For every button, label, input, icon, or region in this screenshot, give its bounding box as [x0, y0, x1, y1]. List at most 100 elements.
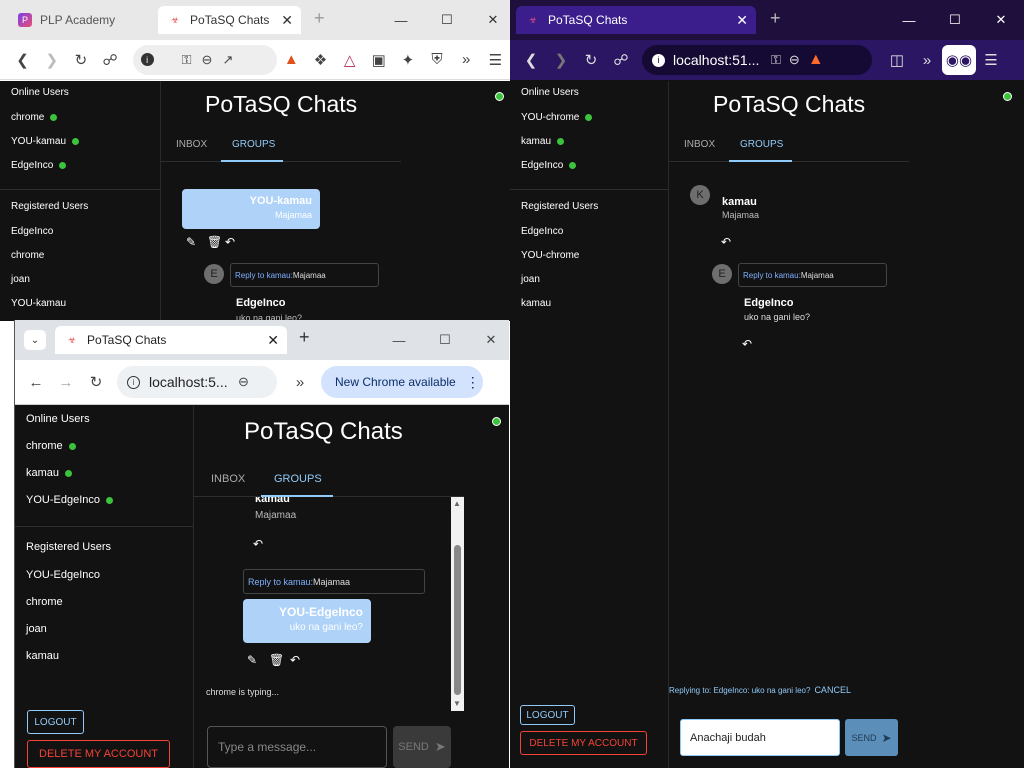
minimize-icon[interactable]: —	[376, 320, 422, 360]
new-tab-icon[interactable]: +	[770, 8, 781, 29]
reply-icon[interactable]: ↶	[742, 337, 752, 351]
forward-icon[interactable]: ❯	[546, 45, 576, 75]
delete-account-button[interactable]: DELETE MY ACCOUNT	[520, 731, 647, 755]
maximize-icon[interactable]: ☐	[932, 0, 978, 40]
address-bar[interactable]: i ⚿ ⊖ ↗	[132, 44, 277, 75]
new-tab-icon[interactable]: +	[314, 8, 325, 29]
wallet-icon[interactable]: ▣	[364, 45, 393, 75]
back-icon[interactable]: ←	[21, 367, 51, 397]
registered-user-item[interactable]: EdgeInco	[510, 226, 563, 237]
logout-button[interactable]: LOGOUT	[27, 710, 84, 734]
tab-inbox[interactable]: INBOX	[176, 139, 207, 150]
address-bar[interactable]: i localhost:5... ⊖	[117, 366, 277, 398]
scroll-up-icon[interactable]: ▲	[453, 499, 461, 508]
registered-user-item[interactable]: YOU-kamau	[0, 298, 66, 309]
online-user-item[interactable]: EdgeInco	[510, 160, 577, 171]
reload-icon[interactable]: ↻	[66, 45, 95, 75]
tab-inbox[interactable]: INBOX	[684, 139, 715, 150]
sidebar-toggle-icon[interactable]: ◫	[882, 45, 912, 75]
more-icon[interactable]: »	[285, 367, 315, 397]
online-user-item[interactable]: chrome	[0, 112, 58, 123]
registered-user-item[interactable]: kamau	[15, 650, 59, 662]
delete-icon[interactable]: 🗑	[269, 653, 284, 667]
share-icon[interactable]: ↗	[222, 52, 233, 68]
edit-icon[interactable]: ✎	[186, 235, 196, 249]
message-input[interactable]: Type a message...	[207, 726, 387, 768]
tab-potasq-chats[interactable]: ☣ PoTaSQ Chats ✕	[516, 6, 756, 34]
sparkle-icon[interactable]: ✦	[393, 45, 422, 75]
key-icon[interactable]: ⚿	[771, 52, 781, 68]
info-icon[interactable]: i	[140, 53, 154, 66]
bookmark-icon[interactable]: ☍	[606, 45, 636, 75]
online-user-item[interactable]: EdgeInco	[0, 160, 67, 171]
scroll-down-icon[interactable]: ▼	[453, 699, 461, 708]
registered-user-item[interactable]: EdgeInco	[0, 226, 53, 237]
reply-icon[interactable]: ↶	[253, 537, 263, 551]
tab-plp-academy[interactable]: P PLP Academy	[8, 6, 153, 34]
brave-icon[interactable]: ▲	[277, 45, 306, 75]
registered-user-item[interactable]: chrome	[15, 596, 63, 608]
key-icon[interactable]: ⚿	[182, 52, 192, 68]
reload-icon[interactable]: ↻	[81, 367, 111, 397]
logout-button[interactable]: LOGOUT	[520, 705, 575, 725]
registered-user-item[interactable]: joan	[15, 623, 47, 635]
brave-icon[interactable]: ▲	[808, 51, 824, 69]
close-icon[interactable]: ✕	[468, 320, 509, 360]
registered-user-item[interactable]: YOU-chrome	[510, 250, 579, 261]
messages-scroll-area[interactable]: kamau Majamaa ↶ Reply to kamau: Majamaa Y…	[194, 497, 464, 711]
delete-account-button[interactable]: DELETE MY ACCOUNT	[27, 740, 170, 768]
forward-icon[interactable]: →	[51, 367, 81, 397]
new-tab-icon[interactable]: +	[299, 327, 310, 348]
registered-user-item[interactable]: joan	[0, 274, 30, 285]
menu-icon[interactable]: ☰	[481, 45, 510, 75]
back-icon[interactable]: ❮	[516, 45, 546, 75]
maximize-icon[interactable]: ☐	[424, 0, 470, 40]
edit-icon[interactable]: ✎	[247, 653, 257, 667]
zoom-out-icon[interactable]: ⊖	[789, 52, 800, 68]
online-user-item[interactable]: YOU-EdgeInco	[15, 494, 113, 506]
registered-user-item[interactable]: chrome	[0, 250, 44, 261]
tab-close-icon[interactable]: ✕	[267, 332, 279, 349]
kebab-menu-icon[interactable]: ⋮	[466, 374, 480, 391]
zoom-out-icon[interactable]: ⊖	[238, 374, 249, 390]
shield-icon[interactable]: ⛨	[422, 45, 451, 75]
online-user-item[interactable]: kamau	[15, 467, 73, 479]
back-icon[interactable]: ❮	[8, 45, 37, 75]
tab-inbox[interactable]: INBOX	[211, 473, 245, 485]
update-chrome-button[interactable]: New Chrome available ⋮	[321, 366, 483, 398]
address-bar[interactable]: i localhost:51... ⚿ ⊖ ▲	[642, 45, 872, 75]
reply-icon[interactable]: ↶	[225, 235, 235, 249]
online-user-item[interactable]: kamau	[510, 136, 565, 147]
reply-icon[interactable]: ↶	[290, 653, 300, 667]
online-user-item[interactable]: YOU-kamau	[0, 136, 80, 147]
menu-icon[interactable]: ☰	[976, 45, 1006, 75]
tab-close-icon[interactable]: ✕	[281, 12, 293, 29]
bookmark-icon[interactable]: ☍	[95, 45, 124, 75]
online-user-item[interactable]: chrome	[15, 440, 76, 452]
tab-potasq-chats[interactable]: ☣ PoTaSQ Chats ✕	[158, 6, 301, 34]
send-button[interactable]: SEND ➤	[845, 719, 898, 756]
message-input[interactable]: Anachaji budah	[680, 719, 840, 756]
online-user-item[interactable]: YOU-chrome	[510, 112, 593, 123]
tab-groups[interactable]: GROUPS	[740, 139, 783, 150]
send-button[interactable]: SEND ➤	[393, 726, 451, 768]
tab-potasq-chats[interactable]: ☣ PoTaSQ Chats ✕	[55, 326, 287, 354]
tab-search-icon[interactable]: ⌄	[24, 330, 46, 350]
minimize-icon[interactable]: —	[886, 0, 932, 40]
more-icon[interactable]: »	[452, 45, 481, 75]
tab-close-icon[interactable]: ✕	[736, 12, 748, 29]
reload-icon[interactable]: ↻	[576, 45, 606, 75]
cancel-reply-button[interactable]: CANCEL	[814, 685, 851, 695]
scrollbar-thumb[interactable]	[454, 545, 461, 695]
triangle-icon[interactable]: △	[335, 45, 364, 75]
private-glasses-icon[interactable]: ◉◉	[942, 45, 976, 75]
reply-icon[interactable]: ↶	[721, 235, 731, 249]
registered-user-item[interactable]: YOU-EdgeInco	[15, 569, 100, 581]
tab-groups[interactable]: GROUPS	[274, 473, 322, 485]
address-text[interactable]: localhost:5...	[149, 374, 229, 390]
scrollbar[interactable]: ▲ ▼	[451, 497, 464, 711]
extension-icon[interactable]: ❖	[306, 45, 335, 75]
registered-user-item[interactable]: joan	[510, 274, 540, 285]
address-text[interactable]: localhost:51...	[673, 52, 763, 68]
delete-icon[interactable]: 🗑	[207, 235, 222, 249]
